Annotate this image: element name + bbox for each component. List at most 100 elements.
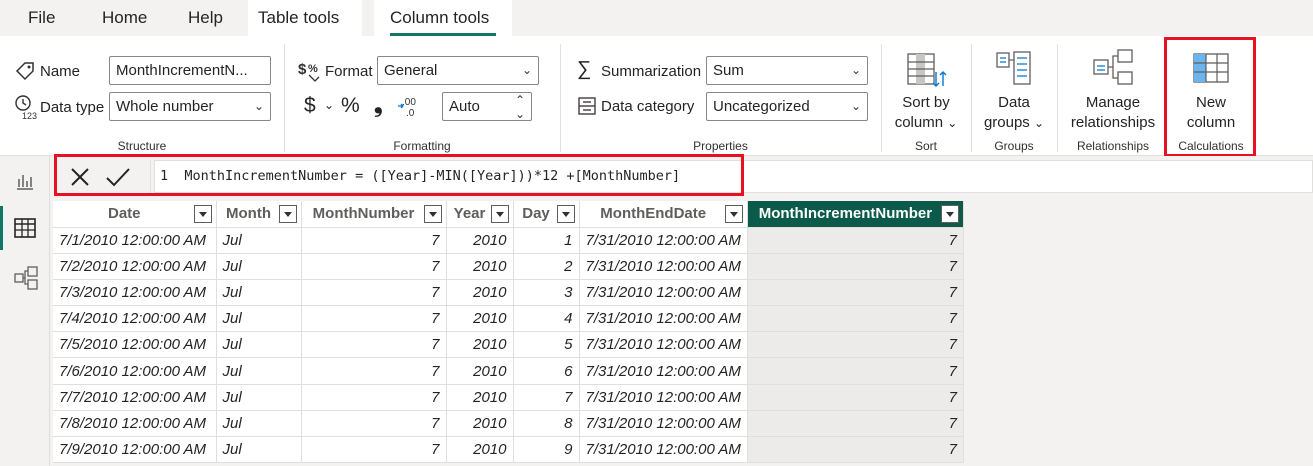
table-cell[interactable]: 7/6/2010 12:00:00 AM (53, 357, 217, 385)
name-field[interactable]: MonthIncrementN... (109, 56, 271, 85)
tab-file[interactable]: File (28, 0, 55, 36)
table-cell[interactable]: Jul (216, 227, 302, 254)
filter-dropdown-icon[interactable] (556, 205, 575, 223)
table-cell[interactable]: Jul (216, 279, 302, 307)
filter-dropdown-icon[interactable] (193, 205, 212, 223)
table-cell[interactable]: 7 (301, 227, 447, 254)
table-cell[interactable]: 7/31/2010 12:00:00 AM (579, 253, 748, 280)
table-cell[interactable]: 7/31/2010 12:00:00 AM (579, 384, 748, 411)
table-cell[interactable]: 7/31/2010 12:00:00 AM (579, 279, 748, 307)
table-cell[interactable]: 7 (301, 436, 447, 464)
tab-column-tools[interactable]: Column tools (374, 0, 512, 36)
table-cell[interactable]: Jul (216, 357, 302, 385)
table-cell[interactable]: 7/2/2010 12:00:00 AM (53, 253, 217, 280)
table-cell[interactable]: 7 (301, 331, 447, 359)
table-cell[interactable]: Jul (216, 253, 302, 280)
table-cell[interactable]: Jul (216, 331, 302, 359)
filter-dropdown-icon[interactable] (490, 205, 509, 223)
table-cell[interactable]: 2010 (446, 305, 514, 333)
table-cell[interactable]: 6 (513, 357, 580, 385)
table-cell[interactable]: 7/7/2010 12:00:00 AM (53, 384, 217, 411)
table-cell[interactable]: 7/31/2010 12:00:00 AM (579, 357, 748, 385)
table-cell[interactable]: 2010 (446, 357, 514, 385)
decimal-places-input[interactable]: Auto ⌃ ⌄ (442, 92, 532, 121)
table-cell[interactable]: 5 (513, 331, 580, 359)
cancel-formula-icon[interactable] (69, 166, 91, 188)
filter-dropdown-icon[interactable] (724, 205, 743, 223)
tab-help[interactable]: Help (188, 0, 223, 36)
table-cell[interactable]: 7 (747, 331, 964, 359)
table-cell[interactable]: 7/31/2010 12:00:00 AM (579, 305, 748, 333)
table-cell[interactable]: 7 (301, 305, 447, 333)
table-cell[interactable]: 7 (301, 279, 447, 307)
table-cell[interactable]: 7/8/2010 12:00:00 AM (53, 410, 217, 438)
currency-button[interactable]: $ (304, 94, 316, 118)
table-cell[interactable]: 7 (747, 410, 964, 438)
table-cell[interactable]: 7/5/2010 12:00:00 AM (53, 331, 217, 359)
column-header-day[interactable]: Day (513, 201, 580, 228)
table-cell[interactable]: 2010 (446, 436, 514, 464)
table-cell[interactable]: 7/9/2010 12:00:00 AM (53, 436, 217, 464)
table-cell[interactable]: 2010 (446, 410, 514, 438)
table-cell[interactable]: 7 (747, 253, 964, 280)
table-cell[interactable]: 7/31/2010 12:00:00 AM (579, 410, 748, 438)
table-cell[interactable]: 7/31/2010 12:00:00 AM (579, 436, 748, 464)
column-header-month[interactable]: Month (216, 201, 302, 228)
table-cell[interactable]: 2010 (446, 384, 514, 411)
table-cell[interactable]: 2010 (446, 227, 514, 254)
filter-dropdown-icon[interactable] (278, 205, 297, 223)
table-cell[interactable]: 7 (747, 279, 964, 307)
filter-dropdown-icon[interactable] (940, 205, 959, 223)
table-cell[interactable]: 2010 (446, 279, 514, 307)
decimal-places-icon[interactable]: .00 .0 (396, 94, 422, 118)
table-cell[interactable]: 7 (747, 436, 964, 464)
commit-formula-icon[interactable] (105, 166, 131, 188)
column-header-year[interactable]: Year (446, 201, 514, 228)
table-cell[interactable]: 7 (301, 384, 447, 411)
table-cell[interactable]: 7 (747, 227, 964, 254)
column-header-month-end-date[interactable]: MonthEndDate (579, 201, 748, 228)
table-cell[interactable]: Jul (216, 384, 302, 411)
table-cell[interactable]: 7/3/2010 12:00:00 AM (53, 279, 217, 307)
table-cell[interactable]: 7 (747, 357, 964, 385)
table-cell[interactable]: 7 (513, 384, 580, 411)
table-cell[interactable]: 1 (513, 227, 580, 254)
table-cell[interactable]: 4 (513, 305, 580, 333)
report-view-icon[interactable] (15, 171, 35, 191)
data-category-select[interactable]: Uncategorized ⌄ (706, 92, 868, 121)
table-cell[interactable]: 8 (513, 410, 580, 438)
table-cell[interactable]: Jul (216, 436, 302, 464)
table-cell[interactable]: 7/31/2010 12:00:00 AM (579, 331, 748, 359)
table-cell[interactable]: 7 (301, 253, 447, 280)
table-cell[interactable]: 7 (301, 410, 447, 438)
chevron-down-icon[interactable]: ⌄ (515, 101, 525, 120)
table-cell[interactable]: 2010 (446, 331, 514, 359)
table-cell[interactable]: 7 (747, 305, 964, 333)
format-select[interactable]: General ⌄ (377, 56, 539, 85)
table-cell[interactable]: 2010 (446, 253, 514, 280)
comma-button[interactable]: ❟ (374, 92, 383, 118)
percent-button[interactable]: % (341, 94, 360, 118)
table-cell[interactable]: 3 (513, 279, 580, 307)
column-header-date[interactable]: Date (53, 201, 217, 228)
column-header-month-increment-number[interactable]: MonthIncrementNumber (747, 201, 964, 228)
table-cell[interactable]: 7 (301, 357, 447, 385)
tab-table-tools[interactable]: Table tools (248, 0, 362, 36)
table-cell[interactable]: 7 (747, 384, 964, 411)
table-cell[interactable]: 7/1/2010 12:00:00 AM (53, 227, 217, 254)
column-header-month-number[interactable]: MonthNumber (301, 201, 447, 228)
data-view-icon[interactable] (14, 218, 36, 238)
table-cell[interactable]: 7/31/2010 12:00:00 AM (579, 227, 748, 254)
chevron-down-icon[interactable]: ⌄ (324, 98, 334, 112)
formula-input[interactable]: 1 MonthIncrementNumber = ([Year]-MIN([Ye… (154, 160, 1313, 193)
table-cell[interactable]: 9 (513, 436, 580, 464)
summarization-select[interactable]: Sum ⌄ (706, 56, 868, 85)
table-cell[interactable]: 2 (513, 253, 580, 280)
filter-dropdown-icon[interactable] (423, 205, 442, 223)
data-type-select[interactable]: Whole number ⌄ (109, 92, 271, 121)
table-cell[interactable]: Jul (216, 410, 302, 438)
tab-home[interactable]: Home (102, 0, 147, 36)
model-view-icon[interactable] (14, 266, 38, 290)
table-cell[interactable]: Jul (216, 305, 302, 333)
table-cell[interactable]: 7/4/2010 12:00:00 AM (53, 305, 217, 333)
